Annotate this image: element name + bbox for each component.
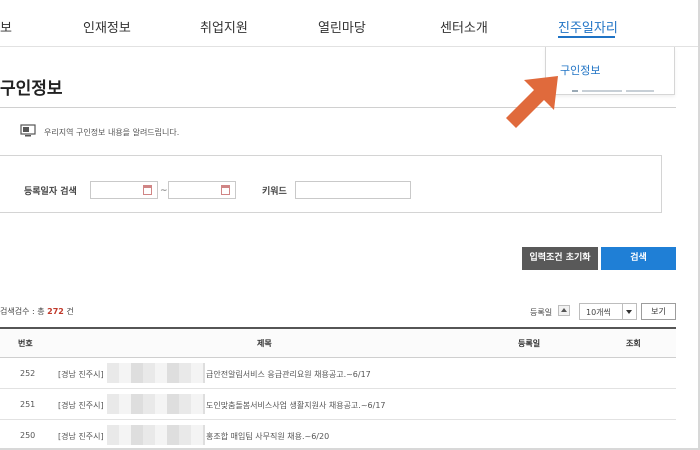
row-number: 251	[20, 400, 36, 409]
date-range-separator: ~	[160, 186, 168, 196]
row-number: 252	[20, 369, 36, 378]
annotation-arrow-icon	[506, 76, 558, 128]
date-to-input[interactable]	[168, 181, 236, 199]
result-count-prefix: 검색검수 : 총	[0, 307, 45, 316]
title-divider	[0, 107, 676, 108]
page-size-value: 10개씩	[586, 308, 611, 317]
page-title: 구인정보	[0, 79, 63, 99]
header-number: 번호	[18, 339, 33, 348]
page-notice: 우리지역 구인정보 내용을 알려드립니다.	[44, 128, 180, 137]
nav-item-jinju-jobs[interactable]: 진주일자리	[558, 17, 618, 36]
date-from-input[interactable]	[90, 181, 158, 199]
table-header: 번호 제목 등록일 조회	[0, 327, 676, 358]
result-count: 검색검수 : 총 272 건	[0, 306, 74, 317]
nav-item-partial[interactable]: 보	[0, 17, 12, 36]
row-region: [경남 진주시]	[58, 370, 104, 379]
dropdown-item-job-offers[interactable]: 구인정보	[560, 62, 600, 78]
redacted-text	[107, 425, 205, 445]
reset-conditions-button[interactable]: 입력조건 초기화	[522, 247, 598, 270]
chevron-down-icon[interactable]	[622, 304, 636, 319]
redacted-text	[107, 394, 205, 414]
row-title[interactable]: 급안전알림서비스 응급관리요원 채용공고.~6/17	[206, 369, 371, 380]
calendar-icon[interactable]	[221, 185, 230, 195]
keyword-input[interactable]	[295, 181, 411, 199]
active-nav-underline	[558, 36, 615, 38]
header-views: 조회	[626, 339, 641, 348]
nav-item-open-forum[interactable]: 열린마당	[318, 17, 366, 36]
table-row[interactable]: 252 [경남 진주시] 급안전알림서비스 응급관리요원 채용공고.~6/17	[0, 358, 676, 389]
date-search-label: 등록일자 검색	[24, 187, 77, 197]
redacted-text	[107, 363, 205, 383]
search-panel: 등록일자 검색 ~ 키워드	[0, 155, 662, 213]
row-region: [경남 진주시]	[58, 401, 104, 410]
result-count-number: 272	[47, 307, 64, 316]
page-size-select[interactable]: 10개씩	[579, 303, 637, 320]
row-title[interactable]: 도인맞춤돌봄서비스사업 생활지원사 채용공고.~6/17	[206, 400, 386, 411]
nav-item-job-support[interactable]: 취업지원	[200, 17, 248, 36]
row-region: [경남 진주시]	[58, 432, 104, 441]
header-date: 등록일	[518, 339, 541, 348]
row-number: 250	[20, 431, 36, 440]
sort-ascending-button[interactable]	[558, 305, 570, 316]
page-frame: 보 인재정보 취업지원 열린마당 센터소개 진주일자리 구인정보 구인정보 우리…	[0, 0, 700, 450]
nav-item-center-intro[interactable]: 센터소개	[440, 17, 488, 36]
search-button[interactable]: 검색	[601, 247, 676, 270]
jinju-jobs-dropdown: 구인정보	[545, 47, 675, 95]
table-row[interactable]: 251 [경남 진주시] 도인맞춤돌봄서비스사업 생활지원사 채용공고.~6/1…	[0, 389, 676, 420]
header-title: 제목	[257, 339, 272, 348]
monitor-icon	[20, 124, 36, 137]
breadcrumb	[572, 90, 672, 96]
view-button[interactable]: 보기	[641, 303, 676, 320]
row-title[interactable]: 홍조합 매입팀 사무직원 채용.~6/20	[206, 431, 329, 442]
sort-label: 등록일	[530, 308, 553, 317]
top-navigation: 보 인재정보 취업지원 열린마당 센터소개 진주일자리	[0, 0, 698, 47]
nav-item-talent-info[interactable]: 인재정보	[83, 17, 131, 36]
keyword-label: 키워드	[262, 187, 287, 197]
result-count-suffix: 건	[66, 307, 74, 316]
table-row[interactable]: 250 [경남 진주시] 홍조합 매입팀 사무직원 채용.~6/20	[0, 420, 676, 448]
calendar-icon[interactable]	[143, 185, 152, 195]
